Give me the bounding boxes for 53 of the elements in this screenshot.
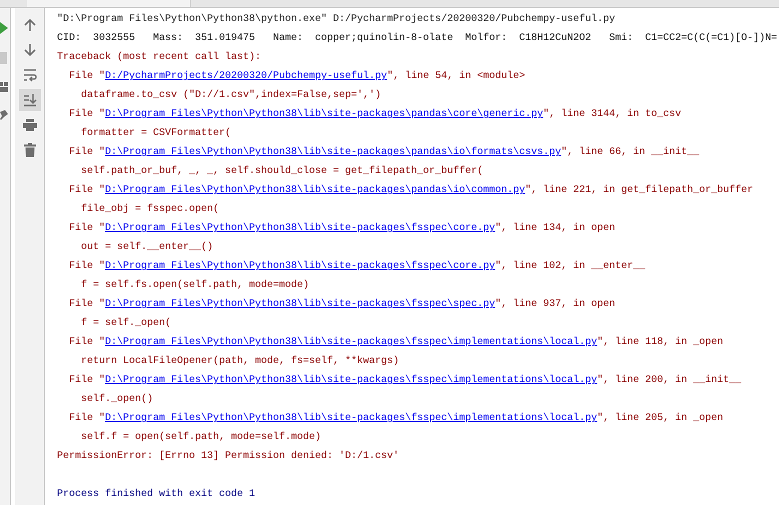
traceback-text: Traceback (most recent call last): (57, 52, 262, 63)
traceback-text: self.f = open(self.path, mode=self.mode) (80, 432, 322, 443)
traceback-text: ", line 3144, in to_csv (543, 109, 682, 120)
exit-status-text: Process finished with exit code 1 (57, 489, 256, 500)
traceback-text: return LocalFileOpener(path, mode, fs=self, **kwargs) (80, 356, 400, 367)
traceback-text: ", line 134, in open (495, 223, 616, 234)
file-path-link[interactable]: D:\Program Files\Python\Python38\lib\site-packages\fsspec\core.py (105, 261, 496, 272)
traceback-text: ", line 102, in __enter__ (495, 261, 646, 272)
command-line-text: "D:\Program Files\Python\Python38\python.exe" D:/PycharmProjects/20200320/Pubchempy-useful.py (57, 14, 616, 25)
traceback-text: f = self.fs.open(self.path, mode=mode) (80, 280, 310, 291)
traceback-text: File " (68, 71, 106, 82)
traceback-text: File " (68, 375, 106, 386)
traceback-text: ", line 221, in get_filepath_or_buffer (525, 185, 754, 196)
traceback-text: File " (68, 185, 106, 196)
traceback-text: ", line 66, in __init__ (561, 147, 700, 158)
traceback-text: ", line 54, in <module> (387, 71, 526, 82)
traceback-text: ", line 200, in __init__ (597, 375, 742, 386)
traceback-text: formatter = CSVFormatter( (80, 128, 232, 139)
down-arrow-icon[interactable] (22, 43, 36, 57)
file-path-link[interactable]: D:\Program Files\Python\Python38\lib\site-packages\pandas\io\common.py (105, 185, 526, 196)
traceback-text: ", line 205, in _open (597, 413, 724, 424)
traceback-text: self._open() (80, 394, 154, 405)
traceback-text: File " (68, 109, 106, 120)
file-path-link[interactable]: D:\Program Files\Python\Python38\lib\site-packages\fsspec\core.py (105, 223, 496, 234)
file-path-link[interactable]: D:\Program Files\Python\Python38\lib\site-packages\pandas\core\generic.py (105, 109, 544, 120)
file-path-link[interactable]: D:/PycharmProjects/20200320/Pubchempy-useful.py (105, 71, 388, 82)
up-arrow-icon[interactable] (22, 18, 36, 32)
traceback-text: file_obj = fsspec.open( (80, 204, 220, 215)
file-path-link[interactable]: D:\Program Files\Python\Python38\lib\site-packages\fsspec\implementations\local.py (105, 337, 598, 348)
soft-wrap-icon[interactable] (22, 68, 36, 82)
layout-icon[interactable] (0, 82, 8, 92)
traceback-text: out = self.__enter__() (80, 242, 214, 253)
traceback-text: f = self._open( (80, 318, 172, 329)
traceback-text: dataframe.to_csv ("D://1.csv",index=False,sep=',') (80, 90, 382, 101)
traceback-text: File " (68, 261, 106, 272)
output-text: CID: 3032555 Mass: 351.019475 Name: copper;quinolin-8-olate Molfor: C18H12CuN2O2 Smi: C1=CC2=C(C(=C1)[O-])N= (57, 33, 778, 44)
trash-icon[interactable] (22, 143, 36, 157)
traceback-text: File " (68, 299, 106, 310)
traceback-text: File " (68, 413, 106, 424)
file-path-link[interactable]: D:\Program Files\Python\Python38\lib\site-packages\fsspec\spec.py (105, 299, 496, 310)
play-icon[interactable] (0, 22, 8, 34)
file-path-link[interactable]: D:\Program Files\Python\Python38\lib\site-packages\fsspec\implementations\local.py (105, 413, 598, 424)
printer-icon[interactable] (22, 118, 36, 132)
traceback-text: ", line 118, in _open (597, 337, 724, 348)
file-path-link[interactable]: D:\Program Files\Python\Python38\lib\site-packages\pandas\io\formats\csvs.py (105, 147, 562, 158)
scroll-to-end-icon[interactable] (22, 93, 36, 107)
file-path-link[interactable]: D:\Program Files\Python\Python38\lib\site-packages\fsspec\implementations\local.py (105, 375, 598, 386)
traceback-text: File " (68, 337, 106, 348)
traceback-text: ", line 937, in open (495, 299, 616, 310)
traceback-text: self.path_or_buf, _, _, self.should_close = get_filepath_or_buffer( (80, 166, 484, 177)
traceback-text: PermissionError: [Errno 13] Permission denied: 'D:/1.csv' (57, 451, 400, 462)
traceback-text: File " (68, 223, 106, 234)
traceback-text: File " (68, 147, 106, 158)
